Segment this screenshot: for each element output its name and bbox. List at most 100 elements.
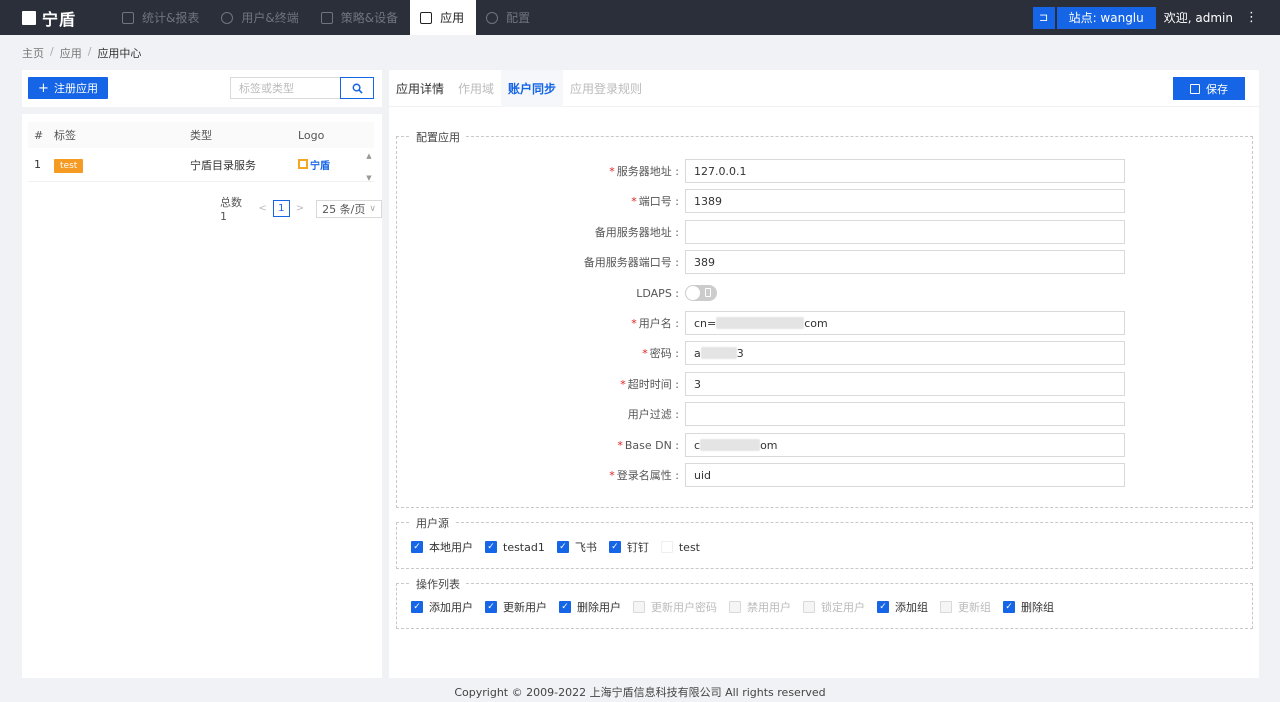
row-type: 宁盾目录服务 xyxy=(190,158,256,172)
check-icon: ✓ xyxy=(608,541,621,553)
breadcrumb-home[interactable]: 主页 xyxy=(22,45,44,61)
backup-server-input[interactable] xyxy=(685,220,1125,244)
source-dingtalk-checkbox[interactable]: ✓ 钉钉 xyxy=(608,539,649,555)
password-input[interactable]: a3 xyxy=(685,341,1125,365)
tab-login-rules[interactable]: 应用登录规则 xyxy=(563,70,649,107)
scrollbar[interactable]: ▲ ▼ xyxy=(364,152,374,182)
form-row-server: * 服务器地址 : 127.0.0.1 xyxy=(397,159,1253,183)
grid-icon xyxy=(420,11,433,24)
tab-scope[interactable]: 作用域 xyxy=(451,70,501,107)
form-row-user-filter: 用户过滤 : xyxy=(397,402,1253,426)
check-icon: ✓ xyxy=(485,601,497,613)
gear-icon xyxy=(486,11,499,24)
form-row-port: * 端口号 : 1389 xyxy=(397,189,1253,213)
chart-icon xyxy=(122,11,134,24)
left-toolbar: + 注册应用 xyxy=(22,70,382,107)
form-row-login-attr: * 登录名属性 : uid xyxy=(397,463,1253,487)
check-icon: ✓ xyxy=(559,601,571,613)
pager-total: 总数 1 xyxy=(220,196,242,223)
login-attr-input[interactable]: uid xyxy=(685,463,1125,487)
form-row-backup-server: 备用服务器地址 : xyxy=(397,220,1253,244)
switch-site-button[interactable]: ⊐ xyxy=(1032,6,1055,29)
form-row-ldaps: LDAPS : xyxy=(397,281,1253,305)
op-update-group-checkbox[interactable]: 更新组 xyxy=(940,599,991,615)
col-type: 类型 xyxy=(190,129,212,142)
op-add-user-checkbox[interactable]: ✓ 添加用户 xyxy=(411,599,473,615)
tab-details[interactable]: 应用详情 xyxy=(389,70,451,107)
switch-icon: ⊐ xyxy=(1038,11,1049,24)
username-input[interactable]: cn= com xyxy=(685,311,1125,335)
source-feishu-checkbox[interactable]: ✓ 飞书 xyxy=(556,539,597,555)
breadcrumb: 主页 / 应用 / 应用中心 xyxy=(22,45,142,61)
tab-bar: 应用详情 作用域 账户同步 应用登录规则 xyxy=(389,70,1259,107)
tag-badge: test xyxy=(54,159,84,173)
app-detail-panel: 应用详情 作用域 账户同步 应用登录规则 保存 配置应用 * 服务器地址 : 12… xyxy=(389,70,1259,678)
col-logo: Logo xyxy=(298,128,325,142)
welcome-text[interactable]: 欢迎, admin xyxy=(1164,9,1233,26)
operations-legend: 操作列表 xyxy=(411,576,465,592)
nav-stats[interactable]: 统计&报表 xyxy=(112,0,211,35)
nav-users[interactable]: 用户&终端 xyxy=(211,0,310,35)
next-page-icon[interactable]: > xyxy=(296,203,304,214)
base-dn-input[interactable]: c om xyxy=(685,433,1125,457)
operations-fieldset: 操作列表 ✓ 添加用户 ✓ 更新用户 ✓ 删除用户 更新用户密码 禁用用户 锁定用户 … xyxy=(396,576,1253,629)
register-app-button[interactable]: + 注册应用 xyxy=(28,77,108,99)
tab-account-sync[interactable]: 账户同步 xyxy=(501,70,564,107)
device-icon xyxy=(320,11,333,24)
source-testad1-checkbox[interactable]: ✓ testad1 xyxy=(485,541,545,554)
user-source-list: ✓ 本地用户 ✓ testad1 ✓ 飞书 ✓ 钉钉 test xyxy=(411,539,712,555)
check-icon: ✓ xyxy=(1003,601,1015,613)
user-source-legend: 用户源 xyxy=(411,515,454,531)
more-menu-icon[interactable]: ⋮ xyxy=(1245,10,1258,25)
save-button[interactable]: 保存 xyxy=(1173,77,1245,100)
operations-list: ✓ 添加用户 ✓ 更新用户 ✓ 删除用户 更新用户密码 禁用用户 锁定用户 ✓ 添加组 … xyxy=(411,599,1066,615)
plus-icon: + xyxy=(38,80,49,96)
form-row-base-dn: * Base DN : c om xyxy=(397,433,1253,457)
search-input[interactable] xyxy=(230,77,340,99)
search-button[interactable] xyxy=(340,77,374,99)
user-source-fieldset: 用户源 ✓ 本地用户 ✓ testad1 ✓ 飞书 ✓ 钉钉 test xyxy=(396,515,1253,569)
source-local-checkbox[interactable]: ✓ 本地用户 xyxy=(411,539,473,555)
prev-page-icon[interactable]: < xyxy=(258,203,266,214)
brand-logo[interactable]: 宁盾 xyxy=(0,0,110,35)
ldaps-toggle[interactable] xyxy=(685,285,717,301)
op-update-password-checkbox[interactable]: 更新用户密码 xyxy=(633,599,717,615)
config-legend: 配置应用 xyxy=(411,129,465,145)
page-number[interactable]: 1 xyxy=(272,200,290,217)
top-bar: 宁盾 统计&报表 用户&终端 策略&设备 应用 配置 ⊐ 站点: wanglu … xyxy=(0,0,1280,35)
scroll-up-icon[interactable]: ▲ xyxy=(366,152,371,160)
form-row-backup-port: 备用服务器端口号 : 389 xyxy=(397,250,1253,274)
user-filter-input[interactable] xyxy=(685,402,1125,426)
user-icon xyxy=(221,11,234,24)
scroll-down-icon[interactable]: ▼ xyxy=(366,174,371,182)
page-size-select[interactable]: 25 条/页 ∨ xyxy=(316,199,382,218)
op-delete-user-checkbox[interactable]: ✓ 删除用户 xyxy=(559,599,621,615)
op-lock-user-checkbox[interactable]: 锁定用户 xyxy=(803,599,865,615)
check-icon: ✓ xyxy=(556,541,569,553)
check-icon: ✓ xyxy=(411,541,423,553)
breadcrumb-app[interactable]: 应用 xyxy=(60,45,82,61)
nav-apps[interactable]: 应用 xyxy=(410,0,477,35)
backup-port-input[interactable]: 389 xyxy=(685,250,1125,274)
nav-config[interactable]: 配置 xyxy=(476,0,542,35)
app-logo: 宁盾 xyxy=(298,157,330,172)
nav-policy[interactable]: 策略&设备 xyxy=(311,0,410,35)
source-test-checkbox[interactable]: test xyxy=(660,541,700,554)
timeout-input[interactable]: 3 xyxy=(685,372,1125,396)
form-row-timeout: * 超时时间 : 3 xyxy=(397,372,1253,396)
form-row-password: * 密码 : a3 xyxy=(397,341,1253,365)
footer-copyright: Copyright © 2009-2022 上海宁盾信息科技有限公司 All r… xyxy=(454,686,826,699)
op-delete-group-checkbox[interactable]: ✓ 删除组 xyxy=(1003,599,1054,615)
op-update-user-checkbox[interactable]: ✓ 更新用户 xyxy=(485,599,547,615)
logo-mark-icon xyxy=(22,10,36,25)
op-add-group-checkbox[interactable]: ✓ 添加组 xyxy=(877,599,928,615)
table-row[interactable]: 1 test 宁盾目录服务 宁盾 xyxy=(28,148,374,182)
lock-icon xyxy=(705,288,711,297)
port-input[interactable]: 1389 xyxy=(685,189,1125,213)
site-selector[interactable]: 站点: wanglu xyxy=(1056,6,1156,29)
redacted-mask xyxy=(700,439,761,451)
server-address-input[interactable]: 127.0.0.1 xyxy=(685,159,1125,183)
op-disable-user-checkbox[interactable]: 禁用用户 xyxy=(729,599,791,615)
breadcrumb-current: 应用中心 xyxy=(97,47,142,60)
check-icon: ✓ xyxy=(877,601,889,613)
